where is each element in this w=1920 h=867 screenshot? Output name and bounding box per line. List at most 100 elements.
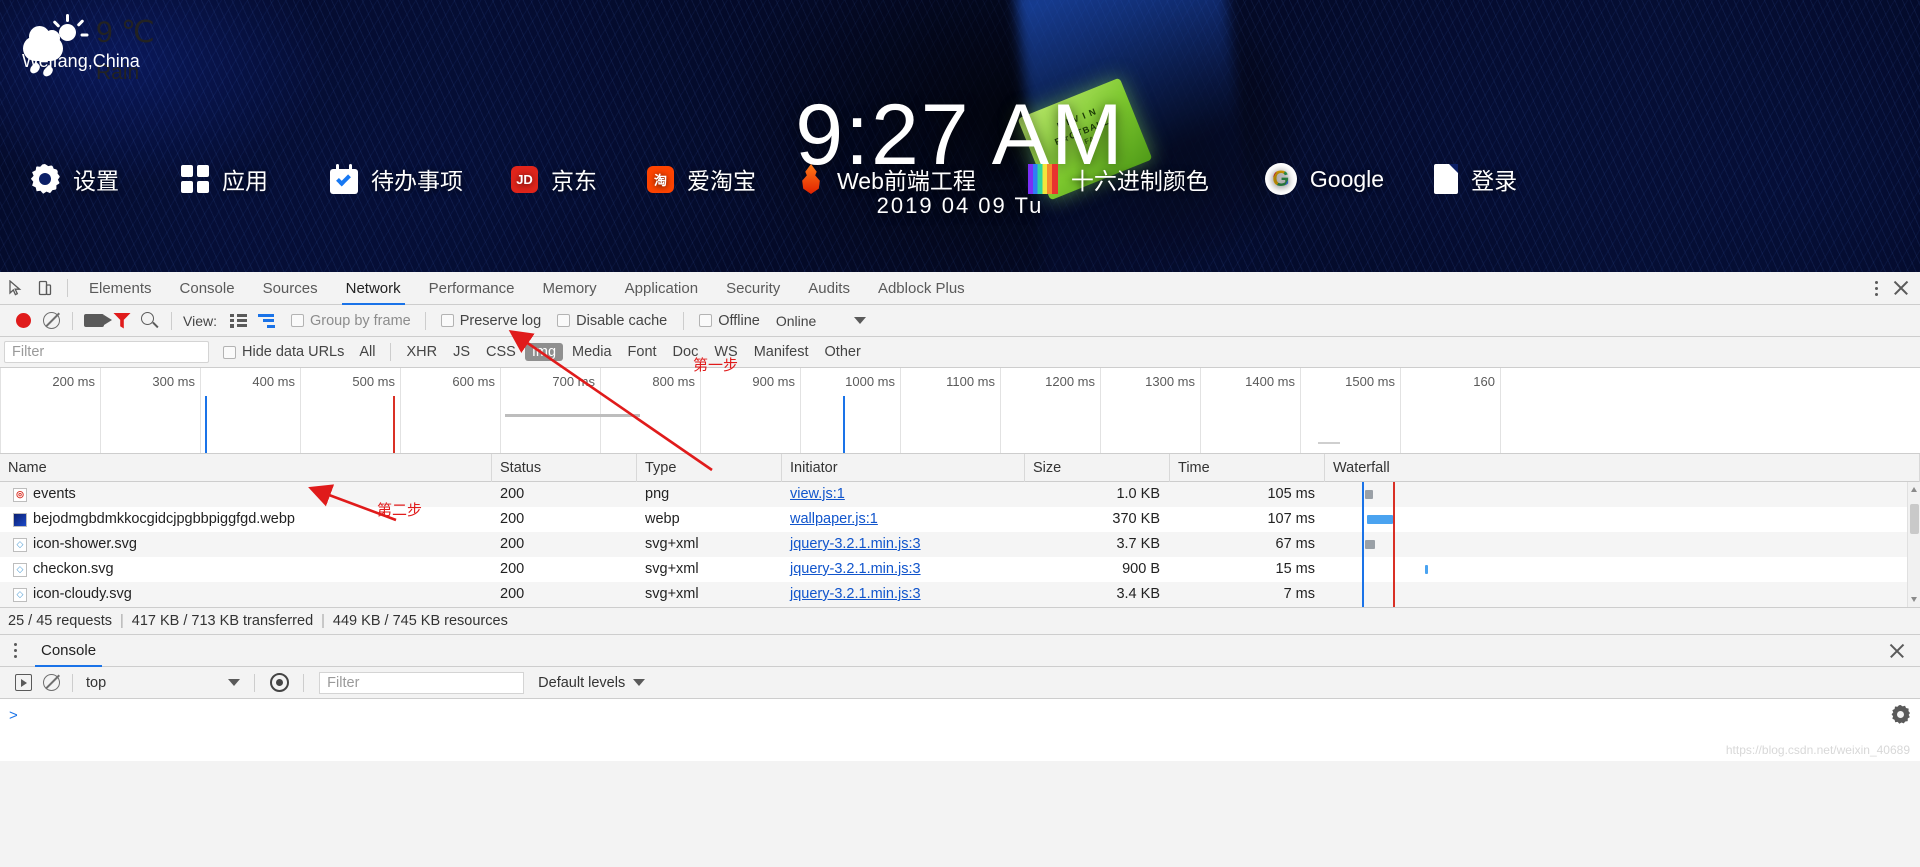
gear-icon[interactable] [1891, 705, 1910, 724]
offline-checkbox[interactable]: Offline [699, 313, 760, 329]
request-initiator[interactable]: jquery-3.2.1.min.js:3 [782, 557, 1025, 582]
tab-audits[interactable]: Audits [794, 272, 864, 305]
filter-type-all[interactable]: All [352, 343, 382, 361]
scroll-up-arrow-icon[interactable] [1911, 487, 1917, 492]
chevron-down-icon[interactable] [633, 679, 646, 686]
chevron-down-icon[interactable] [854, 317, 867, 324]
request-initiator[interactable]: wallpaper.js:1 [782, 507, 1025, 532]
tick-label: 1000 ms [845, 374, 895, 389]
shortcut-jd[interactable]: JD 京东 [511, 162, 597, 196]
hide-data-urls-checkbox[interactable]: Hide data URLs [223, 344, 344, 360]
table-row[interactable]: ◇ icon-shower.svg 200 svg+xml jquery-3.2… [0, 532, 1920, 557]
more-options-kebab-icon[interactable] [1875, 280, 1878, 296]
tab-memory[interactable]: Memory [529, 272, 611, 305]
search-icon [141, 311, 159, 330]
table-row[interactable]: bejodmgbdmkkocgidcjpgbbpiggfgd.webp 200 … [0, 507, 1920, 532]
column-type[interactable]: Type [637, 453, 782, 482]
console-output[interactable]: > https://blog.csdn.net/weixin_40689 [0, 699, 1920, 761]
shortcut-settings[interactable]: 设置 [30, 162, 119, 196]
request-status: 200 [500, 536, 525, 552]
shortcut-apps[interactable]: 应用 [181, 162, 268, 196]
scroll-down-arrow-icon[interactable] [1911, 597, 1917, 602]
filter-type-xhr[interactable]: XHR [399, 343, 444, 361]
request-initiator[interactable]: jquery-3.2.1.min.js:3 [782, 582, 1025, 607]
column-size[interactable]: Size [1025, 453, 1170, 482]
tab-network[interactable]: Network [332, 272, 415, 305]
column-status[interactable]: Status [492, 453, 637, 482]
tab-console[interactable]: Console [166, 272, 249, 305]
device-toolbar-icon[interactable] [30, 275, 60, 301]
filter-type-css[interactable]: CSS [479, 343, 523, 361]
more-options-kebab-icon[interactable] [14, 643, 17, 658]
shortcut-web-frontend[interactable]: Web前端工程 [798, 162, 976, 196]
checkbox-box [699, 314, 713, 327]
overview-request-band [505, 414, 640, 417]
console-context[interactable]: top [86, 675, 106, 691]
shortcut-taobao[interactable]: 淘 爱淘宝 [647, 162, 756, 196]
clear-button[interactable] [37, 308, 65, 334]
tab-application[interactable]: Application [611, 272, 712, 305]
request-status: 200 [500, 561, 525, 577]
close-icon[interactable] [1888, 642, 1906, 660]
table-row[interactable]: ◎ events 200 png view.js:1 1.0 KB 105 ms [0, 482, 1920, 507]
record-button[interactable] [9, 308, 37, 334]
filter-type-js[interactable]: JS [446, 343, 477, 361]
tick-label: 300 ms [152, 374, 195, 389]
list-view-button[interactable] [225, 308, 253, 334]
throttling-value[interactable]: Online [776, 313, 816, 329]
table-row[interactable]: ◇ icon-cloudy.svg 200 svg+xml jquery-3.2… [0, 582, 1920, 607]
weather-temperature: 9 ℃ [96, 16, 155, 49]
tab-adblock-plus[interactable]: Adblock Plus [864, 272, 979, 305]
tab-sources[interactable]: Sources [249, 272, 332, 305]
scrollbar-thumb[interactable] [1910, 504, 1919, 534]
request-size: 3.7 KB [1116, 536, 1160, 552]
column-name[interactable]: Name [0, 453, 492, 482]
filter-type-manifest[interactable]: Manifest [747, 343, 816, 361]
shortcut-todo[interactable]: 待办事项 [330, 162, 463, 196]
filter-type-img[interactable]: Img [524, 343, 564, 361]
shortcut-login[interactable]: 登录 [1434, 162, 1517, 196]
console-levels[interactable]: Default levels [538, 675, 625, 691]
clear-console-button[interactable] [37, 670, 65, 696]
tab-performance[interactable]: Performance [415, 272, 529, 305]
filter-type-font[interactable]: Font [621, 343, 664, 361]
group-by-frame-checkbox[interactable]: Group by frame [290, 313, 411, 329]
filter-toggle-button[interactable] [108, 308, 136, 334]
column-time[interactable]: Time [1170, 453, 1325, 482]
preserve-log-checkbox[interactable]: Preserve log [440, 313, 541, 329]
svg-file-icon: ◇ [13, 562, 27, 577]
request-initiator[interactable]: view.js:1 [782, 482, 1025, 507]
tab-elements[interactable]: Elements [75, 272, 166, 305]
disable-cache-checkbox[interactable]: Disable cache [557, 313, 667, 329]
request-size: 900 B [1122, 561, 1160, 577]
requests-scrollbar[interactable] [1907, 482, 1920, 607]
camera-icon [84, 314, 112, 327]
search-button[interactable] [136, 308, 164, 334]
capture-screenshots-button[interactable] [80, 308, 112, 334]
chevron-down-icon[interactable] [228, 679, 241, 686]
waterfall-view-button[interactable] [253, 308, 281, 334]
table-row[interactable]: ◇ checkon.svg 200 svg+xml jquery-3.2.1.m… [0, 557, 1920, 582]
tab-security[interactable]: Security [712, 272, 794, 305]
console-filter-input[interactable]: Filter [319, 671, 525, 694]
column-waterfall[interactable]: Waterfall [1325, 453, 1920, 482]
inspect-element-icon[interactable] [0, 275, 30, 301]
live-expression-eye-icon[interactable] [270, 673, 290, 692]
divider [303, 673, 305, 692]
network-overview-timeline[interactable]: 100 ms 200 ms 300 ms 400 ms 500 ms 600 m… [0, 368, 1920, 454]
filter-type-media[interactable]: Media [565, 343, 619, 361]
request-initiator[interactable]: jquery-3.2.1.min.js:3 [782, 532, 1025, 557]
request-type: webp [645, 511, 680, 527]
column-initiator[interactable]: Initiator [782, 453, 1025, 482]
request-status: 200 [500, 586, 525, 602]
drawer-tab-console[interactable]: Console [27, 635, 110, 667]
close-icon[interactable] [1892, 279, 1910, 297]
filter-type-other[interactable]: Other [818, 343, 868, 361]
divider [72, 673, 73, 692]
shortcut-google[interactable]: G Google [1264, 163, 1384, 195]
execution-context-button[interactable] [9, 670, 37, 696]
shortcut-hex-color[interactable]: 十六进制颜色 [1027, 162, 1209, 196]
network-filter-input[interactable]: Filter [4, 341, 209, 363]
timeline-tick: 700 ms [552, 368, 601, 453]
console-toolbar: top Filter Default levels [0, 667, 1920, 699]
